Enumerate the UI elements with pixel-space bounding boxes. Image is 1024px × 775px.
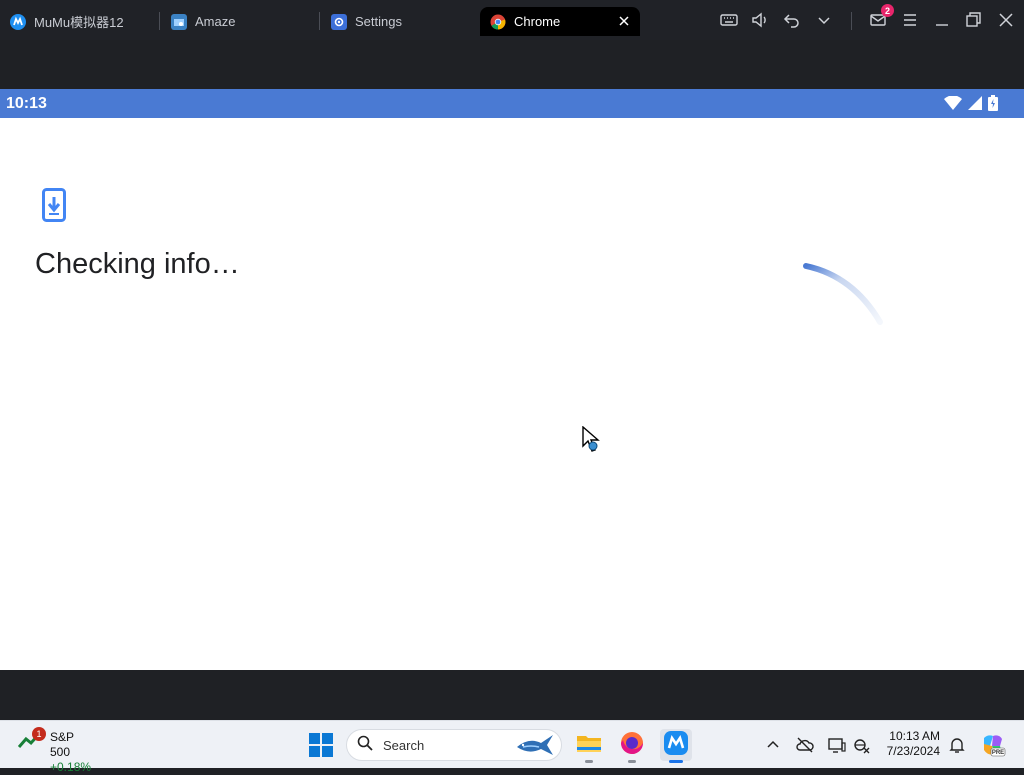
search-icon [357,735,373,756]
network-icon[interactable] [852,735,872,755]
emulator-frame-bottom [0,670,1024,720]
toolbar-divider [851,12,852,30]
notification-badge: 1 [32,727,46,741]
close-icon[interactable] [996,10,1016,30]
clock-date: 7/23/2024 [886,744,940,758]
close-tab-icon[interactable] [616,13,632,29]
firefox-icon [619,730,645,761]
chevron-up-icon[interactable] [763,735,783,755]
display-icon[interactable] [827,735,847,755]
volume-icon[interactable] [750,10,770,30]
firefox-button[interactable] [616,729,648,763]
search-highlight-art [515,733,555,759]
taskbar-search[interactable]: Search [346,729,562,761]
tab-settings[interactable]: Settings [331,7,402,36]
svg-text:PRE: PRE [992,750,1004,756]
running-indicator [585,760,593,763]
tab-mumu[interactable]: MuMu模拟器12 [10,7,124,36]
running-indicator [628,760,636,763]
mumu-taskbar-button[interactable] [660,729,692,763]
tab-label: Chrome [514,14,561,29]
folder-icon [576,732,602,759]
page-title: Checking info… [35,248,240,280]
file-explorer-button[interactable] [573,729,605,763]
keyboard-icon[interactable] [719,10,739,30]
loading-spinner [798,256,888,328]
amaze-icon [171,13,187,30]
cloud-offline-icon[interactable] [795,735,815,755]
tab-label: Settings [355,14,402,29]
menu-icon[interactable] [900,10,920,30]
status-time: 10:13 [6,95,47,112]
app-content: Checking info… [0,118,1024,670]
emulator-tab-bar: MuMu模拟器12 Amaze Settings Chrome 2 [0,0,1024,40]
notification-bell-icon[interactable] [947,735,967,755]
tab-divider [159,12,160,30]
chevron-down-icon[interactable] [814,10,834,30]
mail-icon[interactable]: 2 [868,4,894,30]
copilot-icon[interactable]: PRE [980,732,1006,758]
stock-name: S&P 500 [50,730,74,759]
active-indicator [669,760,683,763]
restore-icon[interactable] [963,10,983,30]
tab-amaze[interactable]: Amaze [171,7,235,36]
stock-text: S&P 500 +0.18% [50,730,91,775]
search-placeholder: Search [383,737,425,753]
tab-label: MuMu模拟器12 [34,15,124,30]
windows-start-icon[interactable] [309,733,333,757]
stock-widget[interactable]: 1 S&P 500 +0.18% [17,727,91,774]
mouse-cursor [582,425,604,454]
back-icon[interactable] [782,10,802,30]
settings-icon [331,13,347,30]
minimize-icon[interactable] [932,10,952,30]
system-clock[interactable]: 10:13 AM 7/23/2024 [880,729,940,759]
windows-taskbar: 1 S&P 500 +0.18% Search 10:13 AM 7/23/20… [0,720,1024,774]
phone-download-icon [42,188,66,222]
emulator-frame-top [0,40,1024,89]
cell-signal-icon [968,96,982,115]
android-status-bar: 10:13 [0,89,1024,118]
tab-divider [319,12,320,30]
mumu-icon [663,730,689,761]
status-icons [944,95,998,116]
mumu-icon [10,13,26,30]
chrome-icon [490,14,506,30]
tab-label: Amaze [195,14,236,29]
mail-badge: 2 [881,4,894,17]
wifi-icon [944,95,962,115]
battery-icon [988,95,998,116]
tab-chrome[interactable]: Chrome [480,7,640,36]
clock-time: 10:13 AM [889,729,940,743]
